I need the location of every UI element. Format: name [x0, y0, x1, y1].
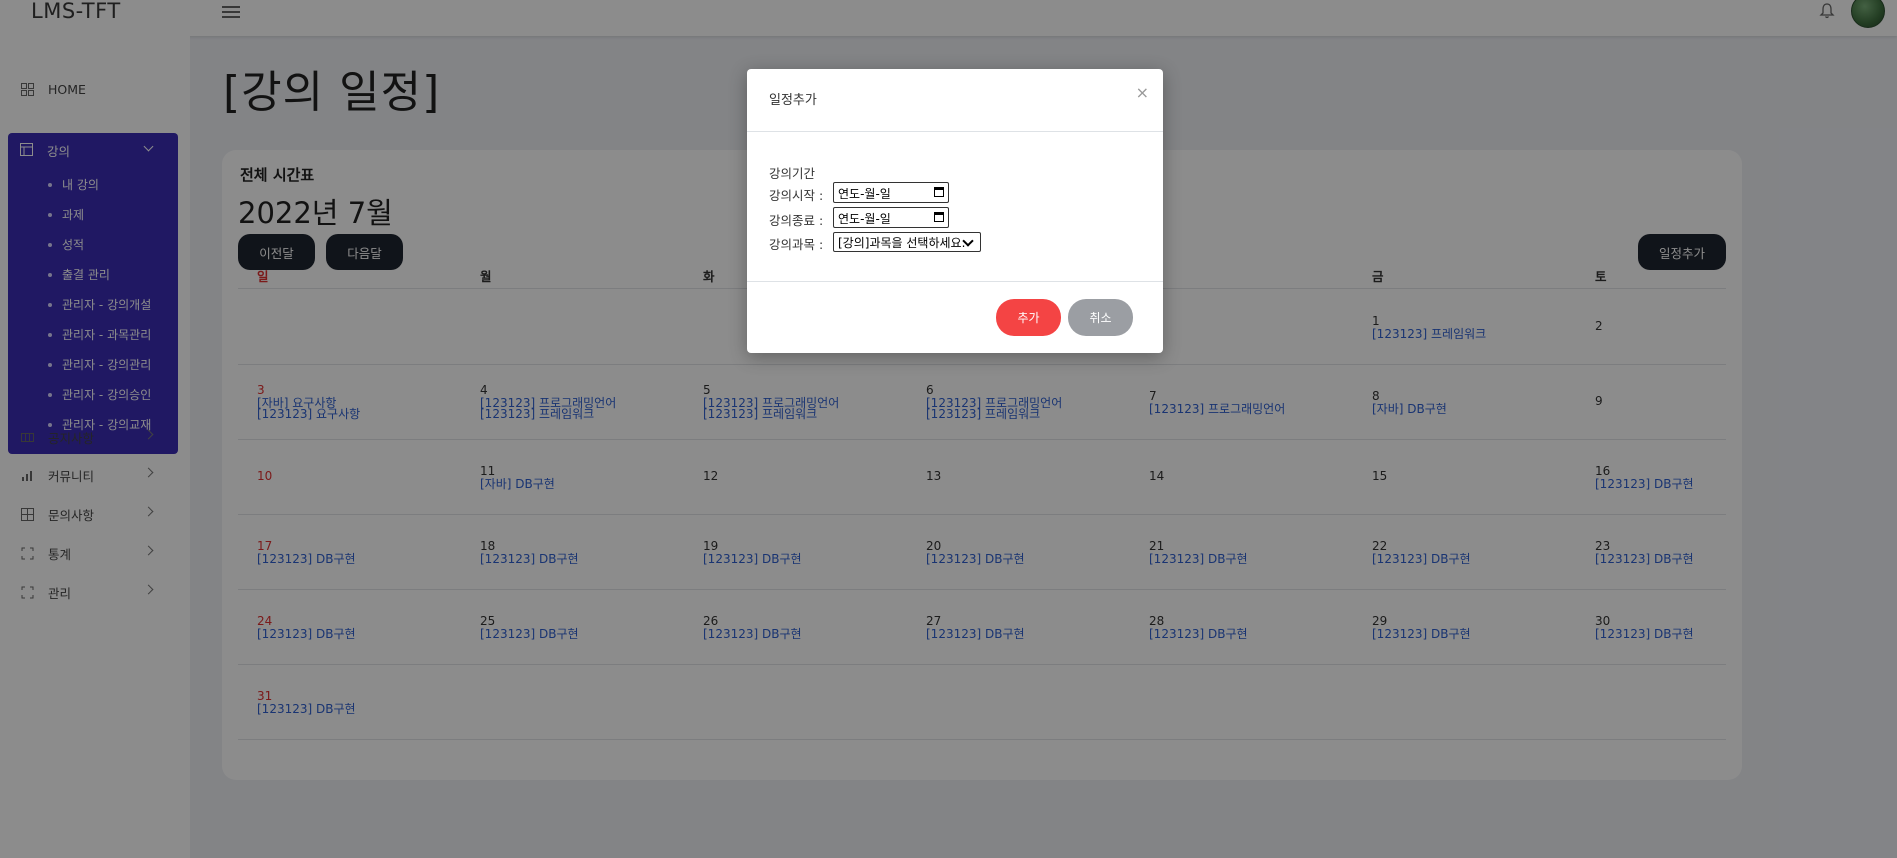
start-label: 강의시작 :: [769, 188, 824, 203]
course-select[interactable]: [강의]과목을 선택하세요.: [833, 232, 981, 252]
course-label: 강의과목 :: [769, 237, 824, 252]
add-button[interactable]: 추가: [996, 299, 1061, 336]
divider: [747, 131, 1163, 132]
start-date-value: 연도-월-일: [838, 187, 891, 201]
close-icon[interactable]: ×: [1136, 83, 1149, 102]
end-date-value: 연도-월-일: [838, 212, 891, 226]
start-date-input[interactable]: 연도-월-일: [833, 182, 949, 203]
end-date-input[interactable]: 연도-월-일: [833, 207, 949, 228]
course-select-value: [강의]과목을 선택하세요.: [838, 236, 966, 250]
calendar-icon[interactable]: [934, 212, 944, 222]
calendar-icon[interactable]: [934, 187, 944, 197]
period-label: 강의기간: [769, 166, 816, 181]
modal-title: 일정추가: [769, 93, 817, 108]
divider: [747, 281, 1163, 282]
end-label: 강의종료 :: [769, 213, 824, 228]
add-schedule-modal: 일정추가 × 강의기간 강의시작 : 연도-월-일 강의종료 : 연도-월-일 …: [747, 69, 1163, 353]
cancel-button[interactable]: 취소: [1068, 299, 1133, 336]
